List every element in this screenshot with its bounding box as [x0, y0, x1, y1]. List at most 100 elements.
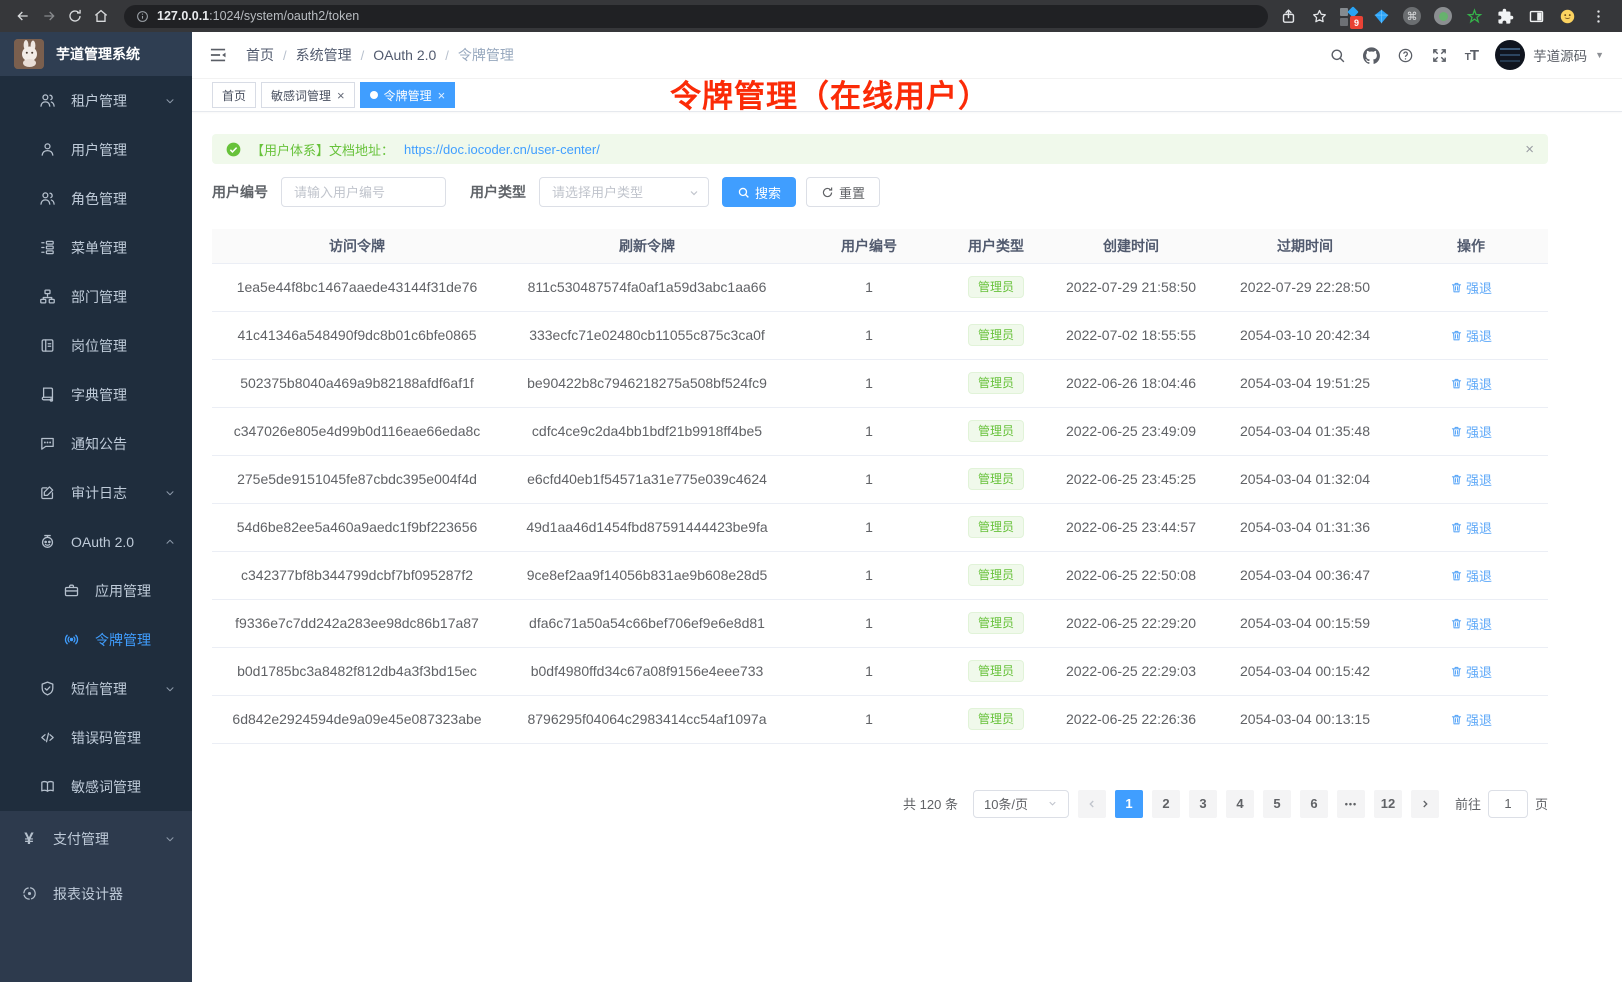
- goto-page-input[interactable]: [1488, 790, 1528, 818]
- next-page-button[interactable]: [1411, 790, 1439, 818]
- column-header: 用户类型: [946, 229, 1046, 263]
- shield-check-icon: [38, 680, 56, 698]
- search-icon[interactable]: [1329, 47, 1346, 64]
- alert-link[interactable]: https://doc.iocoder.cn/user-center/: [404, 142, 600, 157]
- sidebar-item-post[interactable]: 岗位管理: [0, 321, 192, 370]
- sidebar-item-sensitive[interactable]: 敏感词管理: [0, 762, 192, 811]
- user-menu[interactable]: 芋道源码 ▼: [1495, 40, 1604, 70]
- force-logout-button[interactable]: 强退: [1450, 374, 1492, 393]
- sidebar-item-oauth2-token[interactable]: 令牌管理: [0, 615, 192, 664]
- created-time-cell: 2022-07-29 21:58:50: [1046, 263, 1216, 311]
- sidebar-item-errcode[interactable]: 错误码管理: [0, 713, 192, 762]
- created-time-cell: 2022-06-26 18:04:46: [1046, 359, 1216, 407]
- tab-label: 首页: [222, 87, 246, 104]
- sidebar-item-sms[interactable]: 短信管理: [0, 664, 192, 713]
- sidebar-item-label: 敏感词管理: [71, 777, 141, 797]
- page-button-3[interactable]: 3: [1189, 790, 1217, 818]
- force-logout-button[interactable]: 强退: [1450, 662, 1492, 681]
- user-id-cell: 1: [792, 455, 946, 503]
- forward-icon[interactable]: [36, 4, 62, 28]
- command-circle-icon[interactable]: ⌘: [1402, 6, 1422, 26]
- created-time-cell: 2022-06-25 22:29:03: [1046, 647, 1216, 695]
- sidebar-collapse-icon[interactable]: [208, 45, 228, 65]
- diamond-icon[interactable]: [1371, 6, 1391, 26]
- app-logo[interactable]: 芋道管理系统: [0, 32, 192, 76]
- breadcrumb-item[interactable]: OAuth 2.0: [373, 47, 436, 63]
- breadcrumb-item[interactable]: 系统管理: [296, 45, 352, 65]
- force-logout-button[interactable]: 强退: [1450, 710, 1492, 729]
- sidebar-item-report[interactable]: 报表设计器: [0, 866, 192, 921]
- tab-首页[interactable]: 首页: [212, 82, 256, 108]
- page-button-5[interactable]: 5: [1263, 790, 1291, 818]
- green-star-icon[interactable]: [1464, 6, 1484, 26]
- page-button-12[interactable]: 12: [1374, 790, 1402, 818]
- prev-page-button[interactable]: [1078, 790, 1106, 818]
- action-cell: 强退: [1394, 359, 1548, 407]
- reload-icon[interactable]: [62, 4, 88, 28]
- sidebar-item-audit[interactable]: 审计日志: [0, 468, 192, 517]
- tab-close-icon[interactable]: ×: [337, 89, 345, 102]
- user-type-badge: 管理员: [968, 372, 1024, 394]
- reset-button[interactable]: 重置: [806, 177, 880, 207]
- extension-badge-icon[interactable]: 9: [1340, 6, 1360, 26]
- kebab-menu-icon[interactable]: [1588, 6, 1608, 26]
- goto-unit: 页: [1535, 794, 1548, 813]
- force-logout-button[interactable]: 强退: [1450, 326, 1492, 345]
- share-icon[interactable]: [1278, 6, 1298, 26]
- font-size-icon[interactable]: TT: [1465, 47, 1478, 64]
- page-button-1[interactable]: 1: [1115, 790, 1143, 818]
- user-type-cell: 管理员: [946, 551, 1046, 599]
- sidebar-item-pay[interactable]: ¥支付管理: [0, 811, 192, 866]
- force-logout-button[interactable]: 强退: [1450, 278, 1492, 297]
- force-logout-button[interactable]: 强退: [1450, 518, 1492, 537]
- user-id-input[interactable]: [281, 177, 446, 207]
- sidebar-item-dept[interactable]: 部门管理: [0, 272, 192, 321]
- sidebar-item-dict[interactable]: 字典管理: [0, 370, 192, 419]
- trash-icon: [1450, 617, 1463, 630]
- record-circle-icon[interactable]: [1433, 6, 1453, 26]
- split-window-icon[interactable]: [1526, 6, 1546, 26]
- page-ellipsis-button[interactable]: •••: [1337, 790, 1365, 818]
- tab-敏感词管理[interactable]: 敏感词管理×: [261, 82, 355, 108]
- force-logout-button[interactable]: 强退: [1450, 566, 1492, 585]
- alert-close-icon[interactable]: ×: [1525, 141, 1534, 158]
- github-icon[interactable]: [1363, 47, 1380, 64]
- sidebar-item-oauth2[interactable]: OAuth 2.0: [0, 517, 192, 566]
- tab-令牌管理[interactable]: 令牌管理×: [360, 82, 456, 108]
- puzzle-icon[interactable]: [1495, 6, 1515, 26]
- tab-close-icon[interactable]: ×: [438, 89, 446, 102]
- search-button[interactable]: 搜索: [722, 177, 796, 207]
- page-button-6[interactable]: 6: [1300, 790, 1328, 818]
- table-row: f9336e7c7dd242a283ee98dc86b17a87dfa6c71a…: [212, 599, 1548, 647]
- help-icon[interactable]: [1397, 47, 1414, 64]
- site-info-icon[interactable]: [136, 10, 149, 23]
- smiley-icon[interactable]: [1557, 6, 1577, 26]
- star-icon[interactable]: [1309, 6, 1329, 26]
- force-logout-button[interactable]: 强退: [1450, 614, 1492, 633]
- expire-time-cell: 2054-03-10 20:42:34: [1216, 311, 1394, 359]
- trash-icon: [1450, 521, 1463, 534]
- force-logout-button[interactable]: 强退: [1450, 470, 1492, 489]
- force-logout-button[interactable]: 强退: [1450, 422, 1492, 441]
- page-button-4[interactable]: 4: [1226, 790, 1254, 818]
- refresh-token-cell: b0df4980ffd34c67a08f9156e4eee733: [502, 647, 792, 695]
- sidebar-item-tenant[interactable]: 租户管理: [0, 76, 192, 125]
- sidebar-item-user[interactable]: 用户管理: [0, 125, 192, 174]
- address-bar[interactable]: 127.0.0.1:1024/system/oauth2/token: [124, 5, 1268, 28]
- chevron-down-icon: [164, 487, 176, 499]
- user-type-select-input[interactable]: [539, 177, 709, 207]
- sidebar-item-oauth2-app[interactable]: 应用管理: [0, 566, 192, 615]
- user-type-select[interactable]: [539, 177, 709, 207]
- fullscreen-icon[interactable]: [1431, 47, 1448, 64]
- page-size-select[interactable]: 10条/页: [973, 790, 1069, 818]
- home-icon[interactable]: [88, 4, 114, 28]
- sidebar-item-notice[interactable]: 通知公告: [0, 419, 192, 468]
- sidebar-item-role[interactable]: 角色管理: [0, 174, 192, 223]
- sidebar-item-menu[interactable]: 菜单管理: [0, 223, 192, 272]
- breadcrumb-item[interactable]: 首页: [246, 45, 274, 65]
- back-icon[interactable]: [10, 4, 36, 28]
- page-button-2[interactable]: 2: [1152, 790, 1180, 818]
- trash-icon: [1450, 377, 1463, 390]
- trash-icon: [1450, 425, 1463, 438]
- access-token-cell: f9336e7c7dd242a283ee98dc86b17a87: [212, 599, 502, 647]
